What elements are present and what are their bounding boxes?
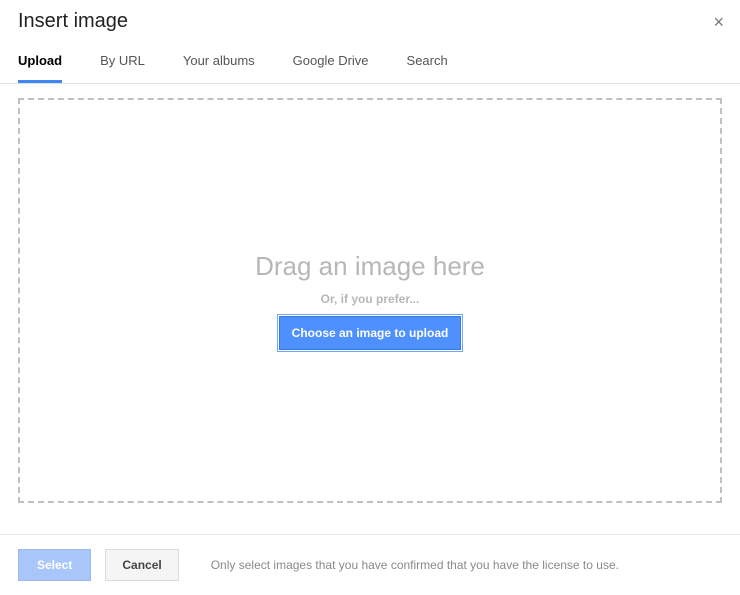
tab-bar: Upload By URL Your albums Google Drive S… bbox=[0, 39, 740, 84]
tab-your-albums[interactable]: Your albums bbox=[183, 53, 255, 83]
choose-image-button[interactable]: Choose an image to upload bbox=[279, 316, 462, 350]
dialog-header: Insert image × bbox=[0, 0, 740, 39]
tab-upload[interactable]: Upload bbox=[18, 53, 62, 83]
cancel-button[interactable]: Cancel bbox=[105, 549, 178, 581]
dialog-footer: Select Cancel Only select images that yo… bbox=[0, 534, 740, 595]
image-dropzone[interactable]: Drag an image here Or, if you prefer... … bbox=[18, 98, 722, 503]
dialog-title: Insert image bbox=[18, 10, 128, 33]
close-icon[interactable]: × bbox=[713, 13, 724, 31]
tab-search[interactable]: Search bbox=[407, 53, 448, 83]
select-button[interactable]: Select bbox=[18, 549, 91, 581]
license-note: Only select images that you have confirm… bbox=[211, 558, 619, 572]
drag-hint-text: Drag an image here bbox=[255, 251, 485, 282]
tab-google-drive[interactable]: Google Drive bbox=[293, 53, 369, 83]
upload-panel: Drag an image here Or, if you prefer... … bbox=[0, 84, 740, 516]
insert-image-dialog: Insert image × Upload By URL Your albums… bbox=[0, 0, 740, 595]
tab-by-url[interactable]: By URL bbox=[100, 53, 145, 83]
or-text: Or, if you prefer... bbox=[321, 292, 420, 306]
